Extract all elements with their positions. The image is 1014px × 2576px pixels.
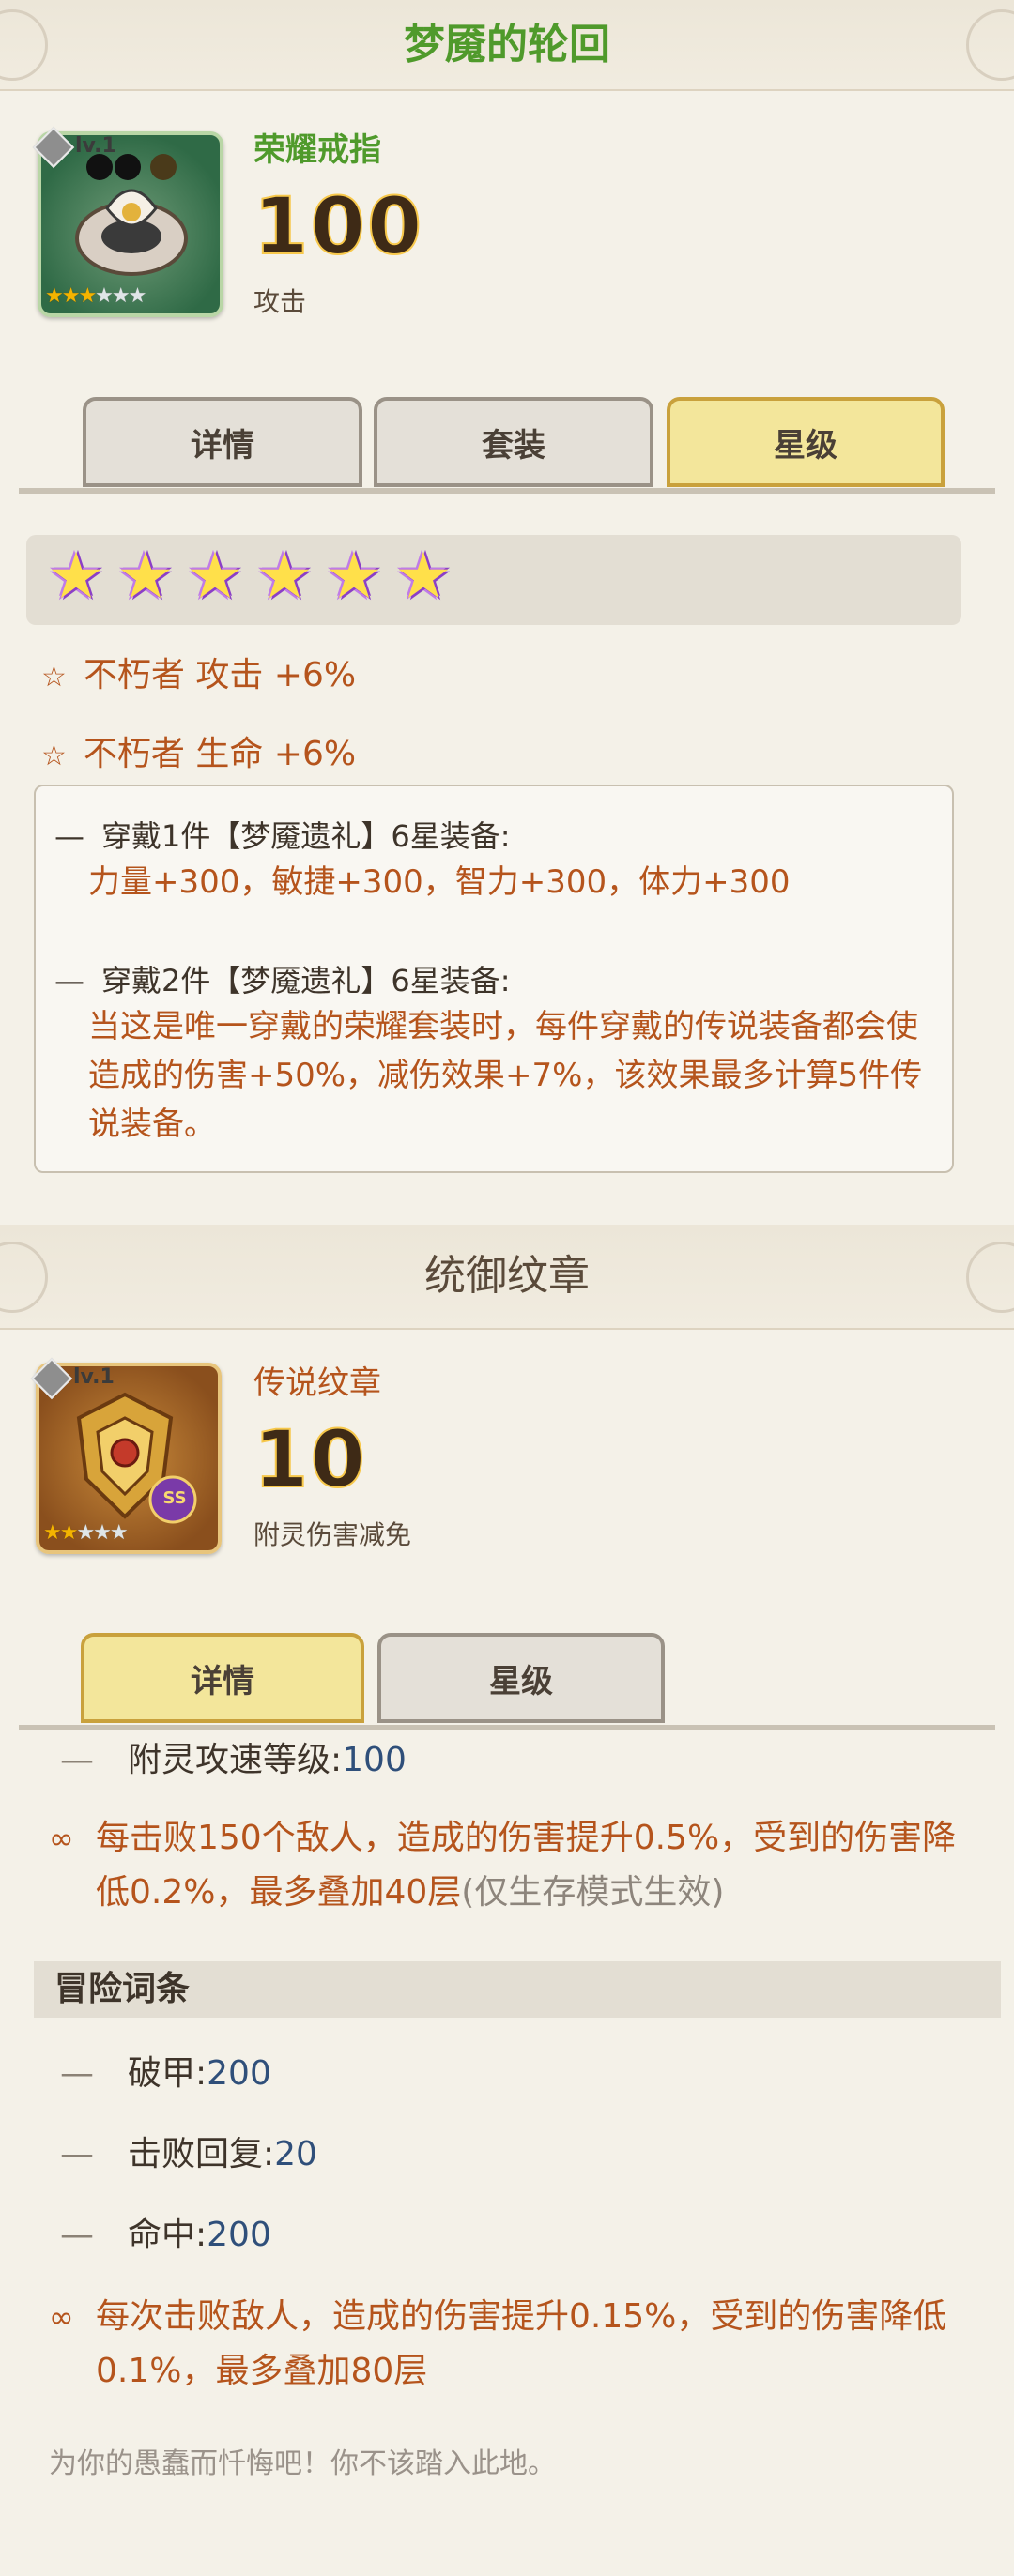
effect-kill-150: ∞ 每击败150个敌人，造成的伤害提升0.5%，受到的伤害降低0.2%，最多叠加… — [49, 1811, 988, 1920]
level-diamond-icon — [32, 126, 75, 169]
set-bonus-1-body: 力量+300，敏捷+300，智力+300，体力+300 — [88, 863, 791, 901]
panel1-title: 梦魇的轮回 — [404, 21, 610, 69]
tab-star-level[interactable]: 星级 — [377, 1633, 665, 1723]
stat-value: 20 — [274, 2135, 317, 2173]
panel2-title: 统御纹章 — [424, 1252, 590, 1300]
stat-attack-speed: — 附灵攻速等级:100 — [60, 1741, 407, 1779]
stat-label: 击败回复: — [128, 2135, 275, 2173]
set-bonus-1-head-text: 穿戴1件【梦魇遗礼】6星装备: — [101, 818, 511, 854]
level-diamond-icon — [30, 1357, 73, 1400]
ring-item-icon[interactable]: lv.1 ★★★★★★ — [32, 126, 223, 317]
set-bonus-2-body: 当这是唯一穿戴的荣耀套装时，每件穿戴的传说装备都会使造成的伤害+50%，减伤效果… — [88, 1008, 923, 1143]
link-icon: ∞ — [49, 2299, 74, 2335]
set-bonus-2-head: — 穿戴2件【梦魇遗礼】6星装备: — [54, 963, 511, 998]
bonus-hp-text: 不朽者 生命 +6% — [83, 735, 357, 773]
rank-badge: SS — [162, 1488, 187, 1508]
ornament-left — [0, 9, 48, 81]
effect-kill-any: ∞ 每次击败敌人，造成的伤害提升0.15%，受到的伤害降低0.1%，最多叠加80… — [49, 2290, 988, 2399]
item-star-rating: ★★★★★★ — [45, 284, 146, 308]
adventure-section-header: 冒险词条 — [34, 1961, 1001, 2018]
set-bonus-box: — 穿戴1件【梦魇遗礼】6星装备: 力量+300，敏捷+300，智力+300，体力… — [34, 785, 954, 1173]
emblem-item-icon[interactable]: lv.1 SS ★★★★★ — [30, 1357, 222, 1554]
star-level-row: ★ ★ ★ ★ ★ ★ — [26, 535, 961, 625]
level-label: lv.1 — [75, 134, 116, 158]
bonus-attack-text: 不朽者 攻击 +6% — [83, 656, 357, 694]
effect-note-text: (仅生存模式生效) — [461, 1873, 725, 1912]
star-5-icon: ★ — [325, 540, 383, 614]
level-badge: lv.1 — [32, 126, 126, 169]
bonus-attack: ☆ 不朽者 攻击 +6% — [41, 648, 356, 696]
item-stat-label: 附灵伤害减免 — [254, 1519, 412, 1550]
item-name: 荣耀戒指 — [254, 131, 381, 169]
item-star-rating: ★★★★★ — [43, 1521, 129, 1545]
ornament-right — [966, 1242, 1014, 1313]
star-outline-icon: ☆ — [41, 661, 67, 694]
bonus-hp: ☆ 不朽者 生命 +6% — [41, 726, 356, 775]
star-6-icon: ★ — [394, 540, 453, 614]
tab-divider — [19, 1725, 995, 1730]
panel2-title-bar: 统御纹章 — [0, 1225, 1014, 1330]
stat-hit: — 命中:200 — [60, 2216, 271, 2254]
stat-label: 附灵攻速等级: — [128, 1741, 343, 1779]
stat-label: 命中: — [128, 2216, 207, 2254]
level-label: lv.1 — [73, 1365, 115, 1389]
level-badge: lv.1 — [30, 1357, 124, 1400]
item-value: 100 — [253, 179, 424, 273]
item-name: 传说纹章 — [254, 1364, 381, 1402]
stat-value: 100 — [342, 1741, 407, 1779]
tab-details[interactable]: 详情 — [83, 397, 362, 487]
stat-value: 200 — [207, 2054, 271, 2093]
tab-details[interactable]: 详情 — [81, 1633, 364, 1723]
set-bonus-2-head-text: 穿戴2件【梦魇遗礼】6星装备: — [101, 963, 511, 998]
stat-label: 破甲: — [128, 2054, 207, 2093]
ornament-left — [0, 1242, 48, 1313]
star-1-icon: ★ — [47, 540, 105, 614]
star-2-icon: ★ — [116, 540, 175, 614]
ornament-right — [966, 9, 1014, 81]
star-3-icon: ★ — [186, 540, 244, 614]
set-bonus-1-head: — 穿戴1件【梦魇遗礼】6星装备: — [54, 818, 511, 854]
link-icon: ∞ — [49, 1821, 74, 1856]
item-value: 10 — [253, 1412, 367, 1506]
stat-kill-heal: — 击败回复:20 — [60, 2135, 317, 2173]
panel1-title-bar: 梦魇的轮回 — [0, 0, 1014, 91]
flavor-text: 为你的愚蠢而忏悔吧！你不该踏入此地。 — [49, 2447, 556, 2480]
star-outline-icon: ☆ — [41, 739, 67, 772]
star-4-icon: ★ — [255, 540, 314, 614]
effect-text: 每次击败敌人，造成的伤害提升0.15%，受到的伤害降低0.1%，最多叠加80层 — [96, 2297, 947, 2390]
tab-set[interactable]: 套装 — [374, 397, 653, 487]
stat-value: 200 — [207, 2216, 271, 2254]
tab-star-level[interactable]: 星级 — [667, 397, 945, 487]
tab-divider — [19, 488, 995, 494]
item-stat-label: 攻击 — [254, 286, 307, 317]
stat-armor-break: — 破甲:200 — [60, 2054, 271, 2093]
